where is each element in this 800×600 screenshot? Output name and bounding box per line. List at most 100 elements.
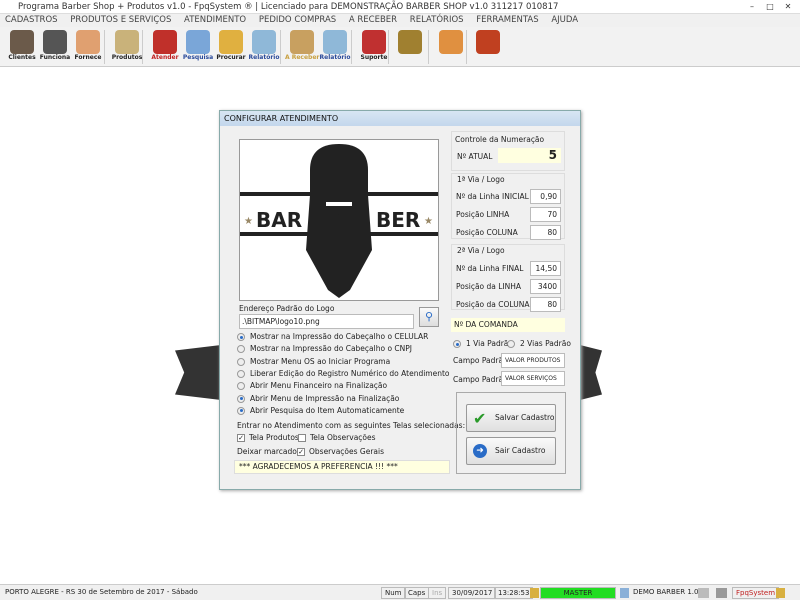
toolbar-label: Suporte [360,54,388,61]
menu-cadastros[interactable]: CADASTROS [5,15,58,25]
toolbar-button-calculator[interactable] [434,29,468,65]
via2-row-input[interactable]: 14,50 [530,261,561,276]
observacoes-gerais-checkbox[interactable]: ✓ Observações Gerais [297,447,384,456]
save-button[interactable]: ✔ Salvar Cadastro [466,404,556,432]
toolbar-button-funciona[interactable]: Funciona [38,29,72,65]
configure-service-dialog: CONFIGURAR ATENDIMENTO ★ ★ BAR BER Ender… [219,110,581,490]
logo-path-input[interactable]: .\BITMAP\logo10.png [239,314,414,329]
option-radio[interactable]: Mostrar na Impressão do Cabeçalho o CNPJ [237,343,412,355]
calculator-icon [439,30,463,54]
logo-text-bar: BAR [256,208,302,232]
coin-icon [398,30,422,54]
campo1-input[interactable]: VALOR PRODUTOS [501,353,565,368]
option-label: Abrir Menu de Impressão na Finalização [250,393,400,403]
minimize-button[interactable]: – [745,1,759,12]
toolbar-button-procurar[interactable]: Procurar [214,29,248,65]
browse-logo-button[interactable]: ⚲ [419,307,439,327]
products-icon [115,30,139,54]
receivables-icon [290,30,314,54]
menu-pedido-compras[interactable]: PEDIDO COMPRAS [259,15,336,25]
printer-icon[interactable] [698,588,709,598]
menu-a-receber[interactable]: A RECEBER [349,15,397,25]
option-radio[interactable]: Abrir Pesquisa do Item Automaticamente [237,405,404,417]
radio-icon [237,394,245,403]
menu-ferramentas[interactable]: FERRAMENTAS [476,15,538,25]
option-radio[interactable]: Liberar Edição do Registro Numérico do A… [237,368,450,380]
toolbar-button-clientes[interactable]: Clientes [5,29,39,65]
printer-icon [323,30,347,54]
toolbar-button-suporte[interactable]: Suporte [357,29,391,65]
toolbar-button-relatório[interactable]: Relatório [318,29,352,65]
search-icon [186,30,210,54]
toolbar-button-atender[interactable]: Atender [148,29,182,65]
radio-icon [237,357,245,366]
campo2-label: Campo Padrão [453,375,508,384]
background-logo-ribbon-left [175,345,221,400]
settings-icon[interactable] [716,588,727,598]
toolbar-label: Produtos [111,54,143,61]
save-label: Salvar Cadastro [495,413,555,422]
toolbar-label: A Receber [285,54,320,61]
via2-row-input[interactable]: 3400 [530,279,561,294]
option-label: Abrir Pesquisa do Item Automaticamente [250,405,405,415]
toolbar-label: Atender [151,54,179,61]
toolbar-separator [142,30,143,64]
status-num: Num [381,587,406,599]
checkbox-icon [298,434,306,442]
menu-ajuda[interactable]: AJUDA [551,15,578,25]
printer-icon [252,30,276,54]
option-radio[interactable]: Abrir Menu Financeiro na Finalização [237,380,387,392]
exit-icon [476,30,500,54]
tela-produtos-checkbox[interactable]: ✓ Tela Produtos [237,433,299,442]
radio-icon [237,333,245,341]
toolbar-label: Clientes [8,54,36,61]
toolbar-separator [466,30,467,64]
maximize-button[interactable]: □ [763,1,777,12]
comanda-field[interactable]: Nº DA COMANDA [451,318,565,332]
exit-label: Sair Cadastro [495,446,546,455]
toolbar-button-pesquisa[interactable]: Pesquisa [181,29,215,65]
window-title: Programa Barber Shop + Produtos v1.0 - F… [18,2,559,12]
toolbar: Clientes Funciona Fornece Produtos Atender Pe… [0,27,800,67]
status-date: 30/09/2017 [448,587,497,599]
logo-text-ber: BER [376,208,420,232]
toolbar-label: Fornece [74,54,102,61]
via2-row-input[interactable]: 80 [530,297,561,312]
close-button[interactable]: ✕ [781,1,795,12]
toolbar-button-exit[interactable] [471,29,505,65]
screens-label: Entrar no Atendimento com as seguintes T… [237,421,466,430]
exit-button[interactable]: ➜ Sair Cadastro [466,437,556,465]
numero-atual-value[interactable]: 5 [498,148,561,163]
service-icon [153,30,177,54]
footer-message-input[interactable]: *** AGRADECEMOS A PREFERENCIA !!! *** [234,460,450,474]
title-bar: Programa Barber Shop + Produtos v1.0 - F… [0,0,800,14]
toolbar-button-fornece[interactable]: Fornece [71,29,105,65]
toolbar-button-relatório[interactable]: Relatório [247,29,281,65]
observacoes-gerais-label: Observações Gerais [309,447,385,456]
via1-row-input[interactable]: 0,90 [530,189,561,204]
toolbar-button-coin[interactable] [393,29,427,65]
menu-relatorios[interactable]: RELATÓRIOS [410,15,464,25]
campo2-input[interactable]: VALOR SERVIÇOS [501,371,565,386]
option-radio[interactable]: Mostrar Menu OS ao Iniciar Programa [237,356,390,368]
via1-row-input[interactable]: 80 [530,225,561,240]
numero-atual-label: Nº ATUAL [457,152,493,161]
radio-icon [507,340,515,348]
status-time: 13:28:53 [494,587,534,599]
via1-row-input[interactable]: 70 [530,207,561,222]
toolbar-button-a-receber[interactable]: A Receber [285,29,319,65]
supplier-icon [76,30,100,54]
menu-produtos-servicos[interactable]: PRODUTOS E SERVIÇOS [70,15,171,25]
via2-row-label: Posição da LINHA [456,282,522,291]
tela-observacoes-checkbox[interactable]: Tela Observações [298,433,376,442]
option-radio[interactable]: Abrir Menu de Impressão na Finalização [237,393,399,405]
option-radio[interactable]: Mostrar na Impressão do Cabeçalho o CELU… [237,331,428,343]
toolbar-button-produtos[interactable]: Produtos [110,29,144,65]
via1-row-label: Posição COLUNA [456,228,518,237]
one-via-radio[interactable]: 1 Via Padrão [453,339,513,348]
status-bar: PORTO ALEGRE - RS 30 de Setembro de 2017… [0,584,800,600]
menu-atendimento[interactable]: ATENDIMENTO [184,15,246,25]
option-label: Mostrar na Impressão do Cabeçalho o CNPJ [250,344,413,354]
two-vias-radio[interactable]: 2 Vias Padrão [507,339,571,348]
checkbox-icon: ✓ [297,448,305,456]
